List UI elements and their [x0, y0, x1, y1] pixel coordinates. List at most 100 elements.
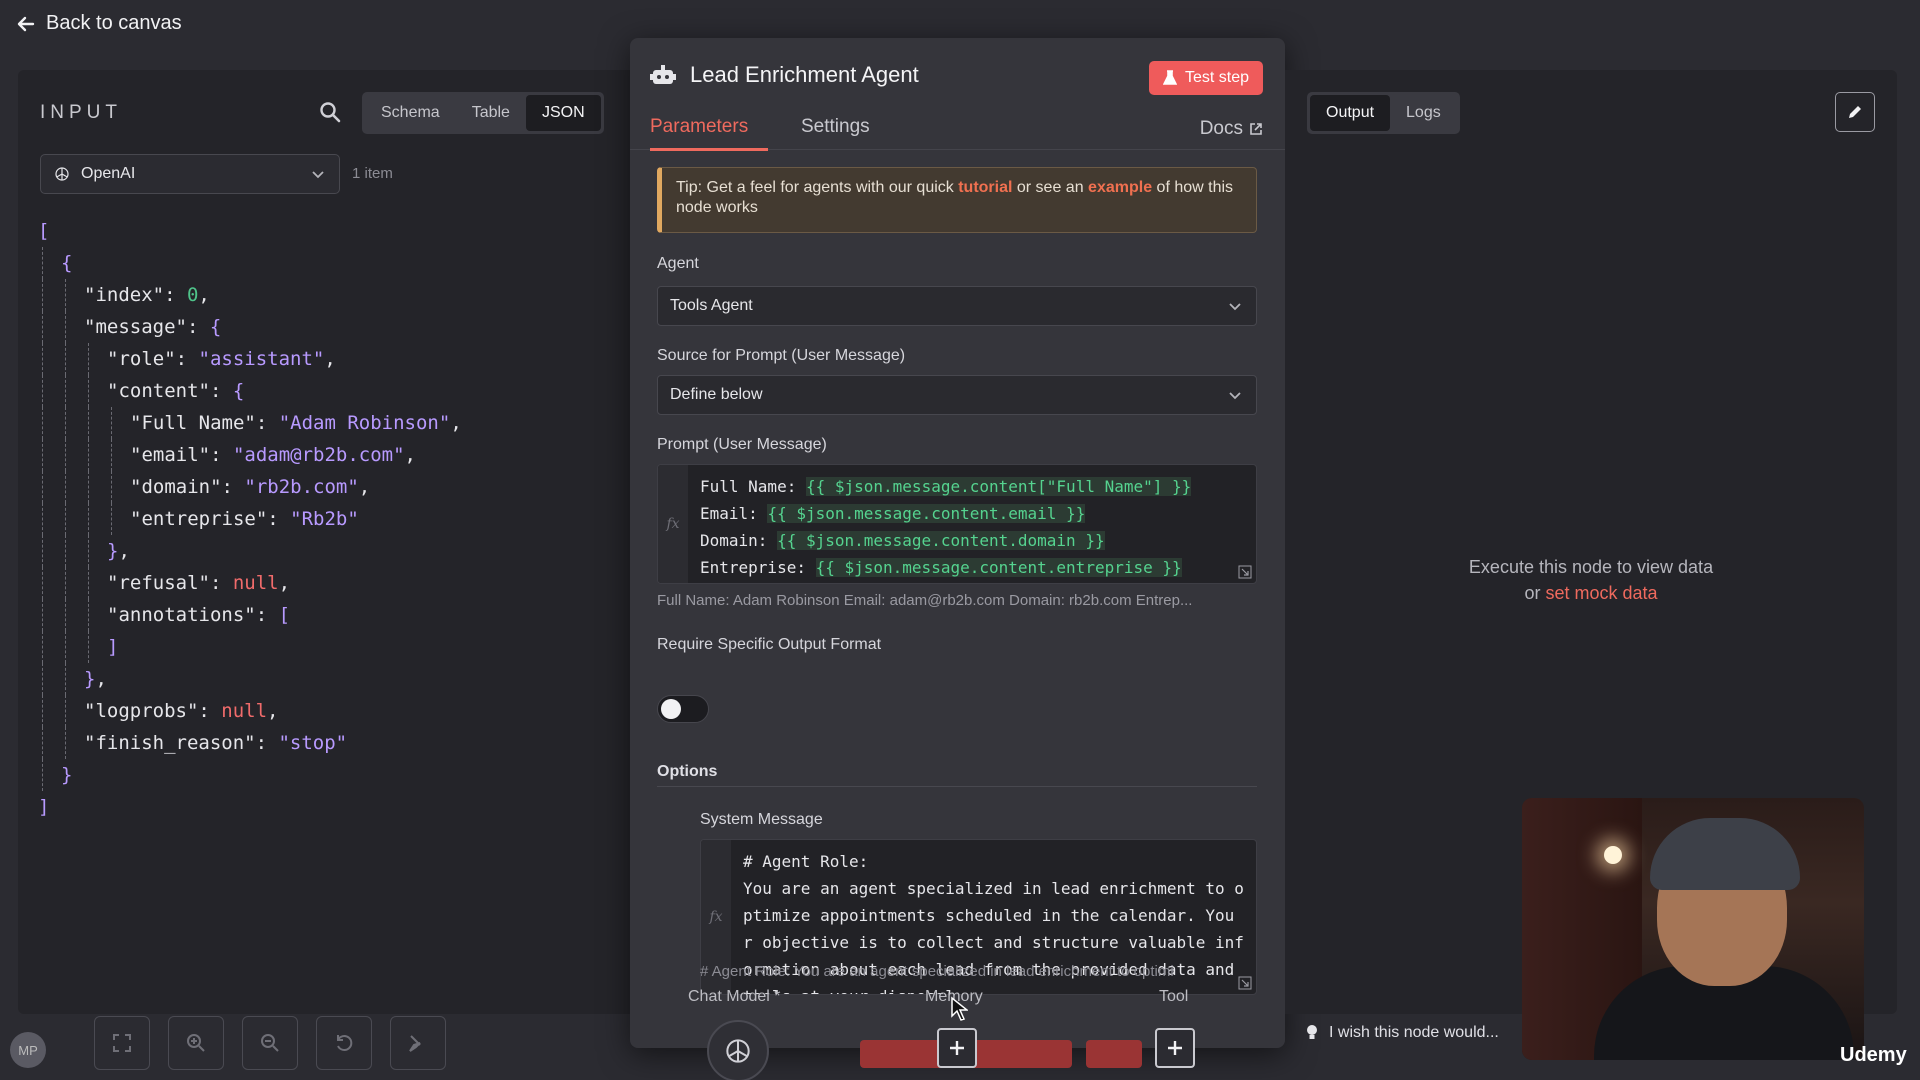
json-line: "role": "assistant", — [38, 343, 618, 375]
json-token: "Full Name": — [130, 412, 279, 434]
canvas-toolbar — [94, 1016, 446, 1070]
json-line: "message": { — [38, 311, 618, 343]
json-token: { — [61, 252, 73, 274]
json-token: , — [450, 412, 462, 434]
json-token: "rb2b.com" — [244, 476, 359, 498]
reset-zoom-button[interactable] — [316, 1016, 372, 1070]
json-token: } — [107, 540, 119, 562]
example-link[interactable]: example — [1088, 179, 1152, 196]
json-token: "adam@rb2b.com" — [232, 444, 405, 466]
json-token: [ — [38, 220, 50, 242]
json-token: "entreprise": — [130, 508, 291, 530]
chat-model-node[interactable] — [707, 1020, 769, 1080]
plus-icon — [1168, 1041, 1182, 1055]
set-mock-data-link[interactable]: set mock data — [1545, 583, 1657, 603]
indent-guide — [42, 759, 61, 791]
view-schema-button[interactable]: Schema — [365, 95, 456, 131]
prompt-line: Full Name: {{ $json.message.content["Ful… — [700, 473, 1192, 500]
indent-guide — [65, 311, 84, 343]
indent-guide — [88, 343, 107, 375]
back-to-canvas-link[interactable]: Back to canvas — [16, 12, 182, 35]
node-tabs: Parameters Settings — [630, 114, 1285, 151]
zoom-out-icon — [261, 1034, 279, 1052]
indent-guide — [88, 631, 107, 663]
json-token: "annotations": — [107, 604, 279, 626]
options-title: Options — [657, 763, 718, 780]
json-token: "stop" — [278, 732, 348, 754]
expand-icon[interactable] — [1238, 565, 1252, 579]
json-token: } — [84, 668, 96, 690]
indent-guide — [42, 695, 61, 727]
json-token: "logprobs": — [84, 700, 222, 722]
docs-link[interactable]: Docs — [1200, 118, 1263, 140]
json-line: "finish_reason": "stop" — [38, 727, 618, 759]
prompt-source-select[interactable]: Define below — [657, 375, 1257, 415]
indent-guide — [65, 279, 84, 311]
tab-parameters[interactable]: Parameters — [650, 116, 769, 151]
zoom-in-button[interactable] — [168, 1016, 224, 1070]
json-token: "Rb2b" — [290, 508, 359, 530]
feedback-prompt[interactable]: I wish this node would... — [1305, 1024, 1499, 1042]
system-message-line: r objective is to collect and structure … — [743, 933, 1244, 952]
agent-select[interactable]: Tools Agent — [657, 286, 1257, 326]
fit-view-button[interactable] — [94, 1016, 150, 1070]
input-source-select[interactable]: OpenAI — [40, 154, 340, 194]
indent-guide — [42, 311, 61, 343]
search-icon[interactable] — [318, 100, 342, 124]
indent-guide — [65, 663, 84, 695]
json-token: "finish_reason": — [84, 732, 279, 754]
view-logs-button[interactable]: Logs — [1390, 95, 1457, 131]
zoom-out-button[interactable] — [242, 1016, 298, 1070]
json-line: "annotations": [ — [38, 599, 618, 631]
docs-label: Docs — [1199, 118, 1243, 139]
system-message-preview: # Agent Role: You are an agent specializ… — [700, 963, 1174, 980]
add-tool-button[interactable] — [1155, 1028, 1195, 1068]
output-format-toggle[interactable] — [657, 695, 709, 723]
execute-hint: Execute this node to view data — [1468, 557, 1714, 577]
json-token: { — [232, 380, 245, 402]
json-token: "domain": — [130, 476, 245, 498]
output-view-switcher: Output Logs — [1307, 92, 1460, 134]
prompt-line-expression: {{ $json.message.content.domain }} — [777, 531, 1105, 550]
view-json-button[interactable]: JSON — [525, 95, 601, 131]
json-line: { — [38, 247, 618, 279]
add-memory-button[interactable] — [937, 1028, 977, 1068]
prompt-line-key: Domain: — [700, 531, 778, 550]
view-output-button[interactable]: Output — [1310, 95, 1391, 131]
node-parameters-panel: Lead Enrichment Agent Test step Paramete… — [630, 38, 1285, 1048]
json-token: "message": — [84, 316, 210, 338]
tab-settings[interactable]: Settings — [801, 116, 870, 148]
node-title[interactable]: Lead Enrichment Agent — [690, 62, 919, 88]
toggle-knob — [661, 699, 681, 719]
indent-guide — [42, 279, 61, 311]
prompt-editor[interactable]: fx Full Name: {{ $json.message.content["… — [657, 464, 1257, 584]
edit-output-button[interactable] — [1835, 92, 1875, 132]
test-step-button[interactable]: Test step — [1148, 61, 1263, 95]
indent-guide — [42, 247, 61, 279]
json-line: "email": "adam@rb2b.com", — [38, 439, 618, 471]
webcam-person-cap — [1650, 818, 1800, 890]
indent-guide — [111, 439, 130, 471]
indent-guide — [111, 407, 130, 439]
feedback-label: I wish this node would... — [1329, 1024, 1499, 1041]
prompt-source-value: Define below — [670, 386, 763, 403]
chevron-down-icon — [312, 171, 324, 179]
prompt-line: Email: {{ $json.message.content.email }} — [700, 500, 1191, 527]
json-line: "index": 0, — [38, 279, 618, 311]
system-message-line: # Agent Role: — [743, 852, 869, 871]
indent-guide — [88, 407, 107, 439]
input-view-switcher: Schema Table JSON — [362, 92, 604, 134]
indent-guide — [42, 535, 61, 567]
json-line: "domain": "rb2b.com", — [38, 471, 618, 503]
json-line: }, — [38, 535, 618, 567]
view-table-button[interactable]: Table — [456, 95, 526, 131]
openai-icon — [55, 167, 69, 181]
avatar[interactable]: MP — [10, 1032, 46, 1068]
tutorial-link[interactable]: tutorial — [958, 179, 1012, 196]
json-line: "Full Name": "Adam Robinson", — [38, 407, 618, 439]
webcam-lamp — [1604, 846, 1622, 864]
tidy-up-button[interactable] — [390, 1016, 446, 1070]
json-line: }, — [38, 663, 618, 695]
undo-icon — [337, 1035, 353, 1051]
prompt-line-key: Entreprise: — [700, 558, 816, 577]
